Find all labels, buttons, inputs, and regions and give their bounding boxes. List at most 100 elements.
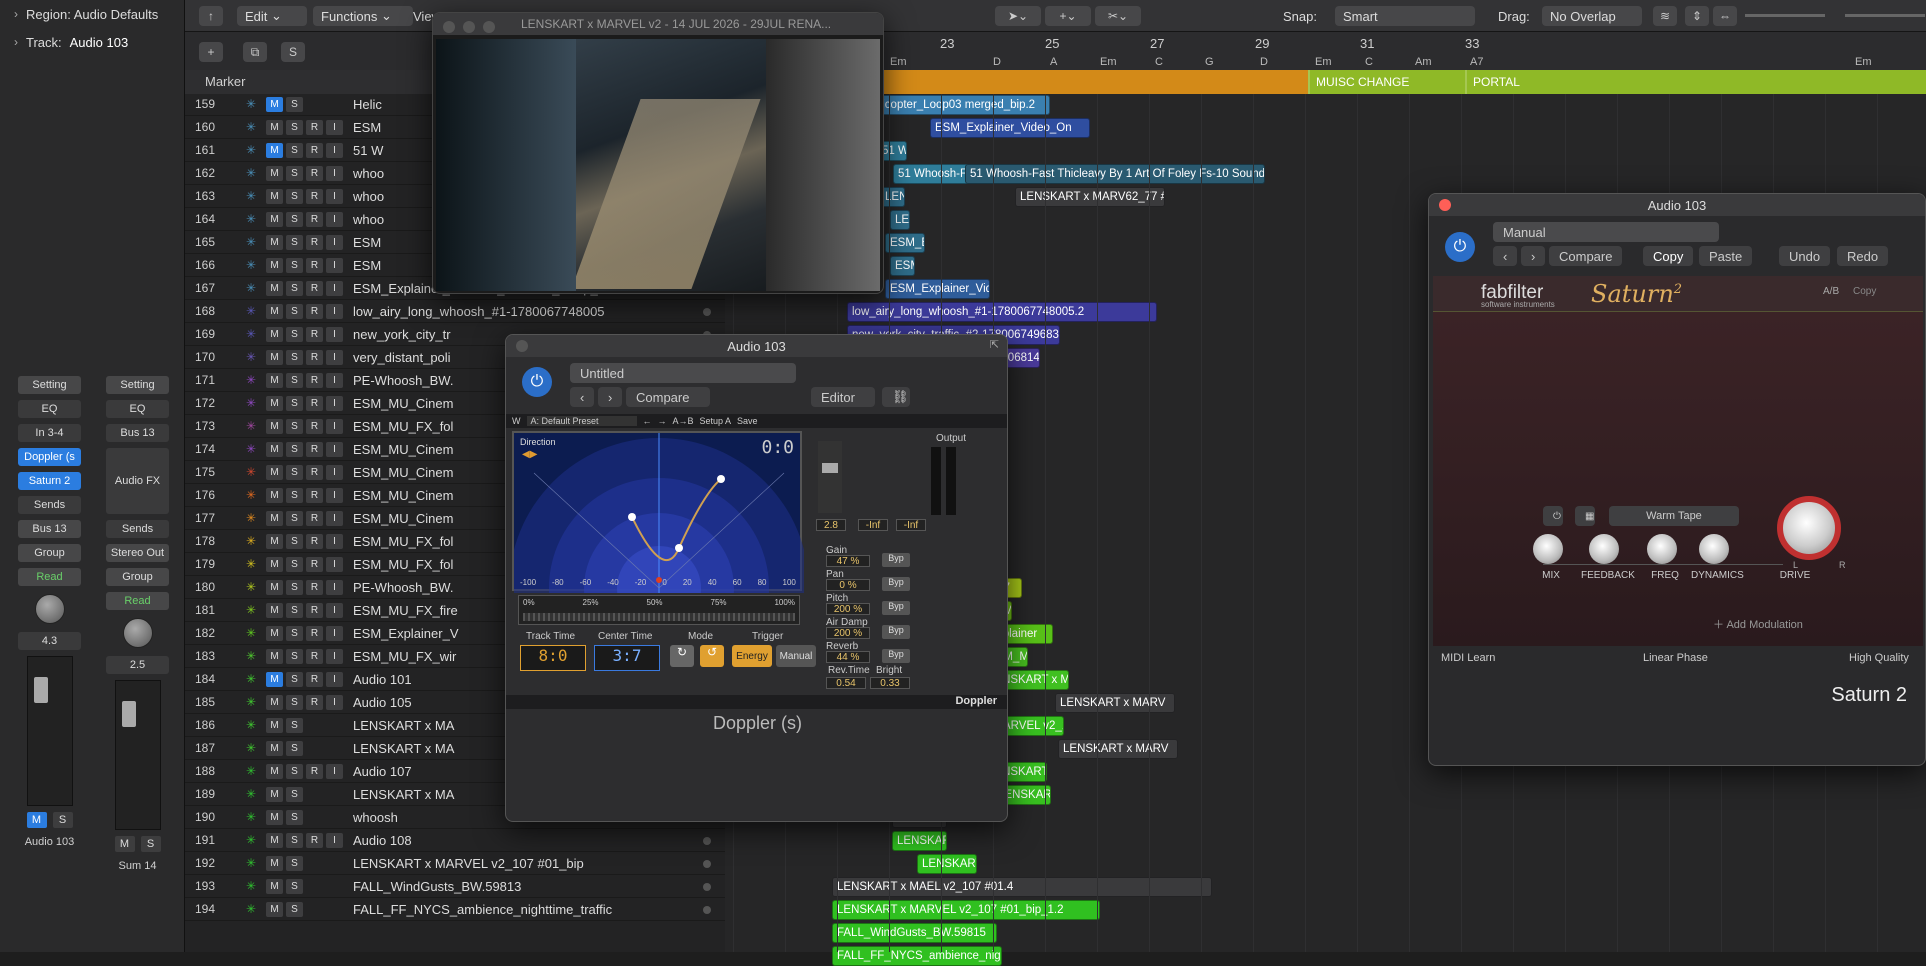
- audio-region[interactable]: ESM_Explainer_Video_: [885, 279, 990, 299]
- global-solo-button[interactable]: S: [281, 42, 305, 62]
- input-monitor-button[interactable]: I: [326, 625, 343, 641]
- audio-region[interactable]: low_airy_long_whoosh_#1-1780067748005.2: [847, 302, 1157, 322]
- input-monitor-button[interactable]: I: [326, 142, 343, 158]
- audio-region[interactable]: LENSKART x MARV: [1058, 739, 1178, 759]
- record-button[interactable]: R: [306, 395, 323, 411]
- record-button[interactable]: R: [306, 188, 323, 204]
- input-monitor-button[interactable]: I: [326, 763, 343, 779]
- input-monitor-button[interactable]: I: [326, 648, 343, 664]
- solo-button[interactable]: S: [286, 579, 303, 595]
- input-monitor-button[interactable]: I: [326, 832, 343, 848]
- mute-button[interactable]: M: [266, 211, 283, 227]
- mute-button[interactable]: M: [266, 809, 283, 825]
- record-button[interactable]: R: [306, 142, 323, 158]
- table-row[interactable]: 168 ✳ M S R Ilow_airy_long_whoosh_#1-17800677…: [185, 300, 725, 323]
- audio-region[interactable]: 51 Whoosh-Fast Thicleavy By 1 Art Of Fol…: [965, 164, 1265, 184]
- record-button[interactable]: R: [306, 464, 323, 480]
- mute-button[interactable]: M: [266, 119, 283, 135]
- mute-button[interactable]: M: [266, 579, 283, 595]
- bypass-button[interactable]: Byp: [882, 601, 910, 615]
- doppler-titlebar[interactable]: Audio 103 ⇱: [506, 335, 1007, 357]
- waveform-zoom-icon[interactable]: ≋: [1653, 6, 1677, 26]
- pan-knob[interactable]: [122, 618, 153, 648]
- doppler-plugin-window[interactable]: Audio 103 ⇱ ⏻ Untitled ‹ › Compare Edito…: [505, 334, 1008, 822]
- link-icon[interactable]: ⛓: [882, 387, 910, 407]
- audio-region[interactable]: LENSKART: [892, 831, 947, 851]
- audio-region[interactable]: FALL_FF_NYCS_ambience_nighttime_: [832, 946, 1002, 966]
- record-button[interactable]: R: [306, 372, 323, 388]
- input-slot[interactable]: In 3-4: [18, 424, 81, 442]
- movie-window[interactable]: LENSKART x MARVEL v2 - 14 JUL 2026 - 29J…: [432, 12, 884, 294]
- center-time-display[interactable]: 3:7: [594, 645, 660, 671]
- back-button[interactable]: ↑: [199, 6, 223, 26]
- movie-titlebar[interactable]: LENSKART x MARVEL v2 - 14 JUL 2026 - 29J…: [433, 13, 883, 35]
- horizontal-fit-icon[interactable]: ⇔: [1713, 6, 1737, 26]
- param-value[interactable]: 47 %: [826, 555, 870, 567]
- input-monitor-button[interactable]: I: [326, 510, 343, 526]
- solo-button[interactable]: S: [286, 625, 303, 641]
- input-monitor-button[interactable]: I: [326, 533, 343, 549]
- input-monitor-button[interactable]: I: [326, 556, 343, 572]
- solo-button[interactable]: S: [286, 740, 303, 756]
- mute-button[interactable]: M: [266, 740, 283, 756]
- solo-button[interactable]: S: [286, 487, 303, 503]
- input-monitor-button[interactable]: I: [326, 694, 343, 710]
- undo-button[interactable]: Undo: [1779, 246, 1831, 266]
- record-button[interactable]: R: [306, 648, 323, 664]
- mute-button[interactable]: M: [266, 349, 283, 365]
- edit-menu[interactable]: Edit ⌄: [237, 6, 307, 26]
- snap-select[interactable]: Smart: [1335, 6, 1475, 26]
- audio-region[interactable]: LENSKART: [917, 854, 977, 874]
- volume-fader[interactable]: [114, 680, 161, 830]
- mute-button[interactable]: M: [266, 602, 283, 618]
- input-monitor-button[interactable]: I: [326, 257, 343, 273]
- disclosure-icon[interactable]: ›: [14, 7, 18, 21]
- record-enable-dot[interactable]: [703, 860, 711, 868]
- next-icon[interactable]: →: [658, 416, 667, 426]
- eq-button[interactable]: EQ: [106, 400, 169, 418]
- solo-button[interactable]: S: [286, 533, 303, 549]
- table-row[interactable]: 193 ✳ M S FALL_WindGusts_BW.59813: [185, 875, 725, 898]
- input-monitor-button[interactable]: I: [326, 395, 343, 411]
- close-icon[interactable]: [1439, 199, 1451, 211]
- solo-button[interactable]: S: [286, 694, 303, 710]
- audio-region[interactable]: ESM_E: [885, 233, 925, 253]
- setup-button[interactable]: Setup A: [700, 416, 732, 426]
- mute-button[interactable]: M: [26, 812, 47, 828]
- mute-button[interactable]: M: [266, 165, 283, 181]
- duplicate-track-icon[interactable]: ⧉: [243, 42, 267, 62]
- mute-button[interactable]: M: [266, 188, 283, 204]
- solo-button[interactable]: S: [286, 763, 303, 779]
- record-button[interactable]: R: [306, 119, 323, 135]
- close-icon[interactable]: [443, 21, 455, 33]
- prev-preset-icon[interactable]: ‹: [570, 387, 595, 407]
- sends-slot[interactable]: Sends: [18, 496, 81, 514]
- band-power-icon[interactable]: ⏻: [1543, 506, 1563, 526]
- solo-button[interactable]: S: [286, 257, 303, 273]
- solo-button[interactable]: S: [286, 349, 303, 365]
- input-monitor-button[interactable]: I: [326, 234, 343, 250]
- drive-knob[interactable]: [1777, 496, 1841, 560]
- solo-button[interactable]: S: [286, 671, 303, 687]
- input-monitor-button[interactable]: I: [326, 579, 343, 595]
- record-button[interactable]: R: [306, 349, 323, 365]
- track-time-display[interactable]: 8:0: [520, 645, 586, 671]
- record-button[interactable]: R: [306, 303, 323, 319]
- eq-button[interactable]: EQ: [18, 400, 81, 418]
- solo-button[interactable]: S: [286, 234, 303, 250]
- audio-region[interactable]: LENSKART x MARVEL v2_107 #01_bip_1.2: [832, 900, 1100, 920]
- midi-learn-button[interactable]: MIDI Learn: [1441, 652, 1495, 664]
- editor-menu[interactable]: Editor: [811, 387, 875, 407]
- solo-button[interactable]: S: [286, 464, 303, 480]
- horizontal-zoom-slider[interactable]: [1845, 14, 1925, 17]
- mute-button[interactable]: M: [266, 625, 283, 641]
- track-name[interactable]: Audio 108: [353, 833, 653, 848]
- solo-button[interactable]: S: [286, 717, 303, 733]
- progress-bar[interactable]: [523, 613, 795, 621]
- prev-preset-icon[interactable]: ‹: [1493, 246, 1518, 266]
- saturn-plugin-window[interactable]: Audio 103 ⏻ Manual ‹ › Compare Copy Past…: [1428, 193, 1926, 766]
- group-slot[interactable]: Group: [106, 568, 169, 586]
- bypass-button[interactable]: Byp: [882, 553, 910, 567]
- mute-button[interactable]: M: [266, 326, 283, 342]
- loop-mode-icon[interactable]: ↻: [670, 645, 694, 667]
